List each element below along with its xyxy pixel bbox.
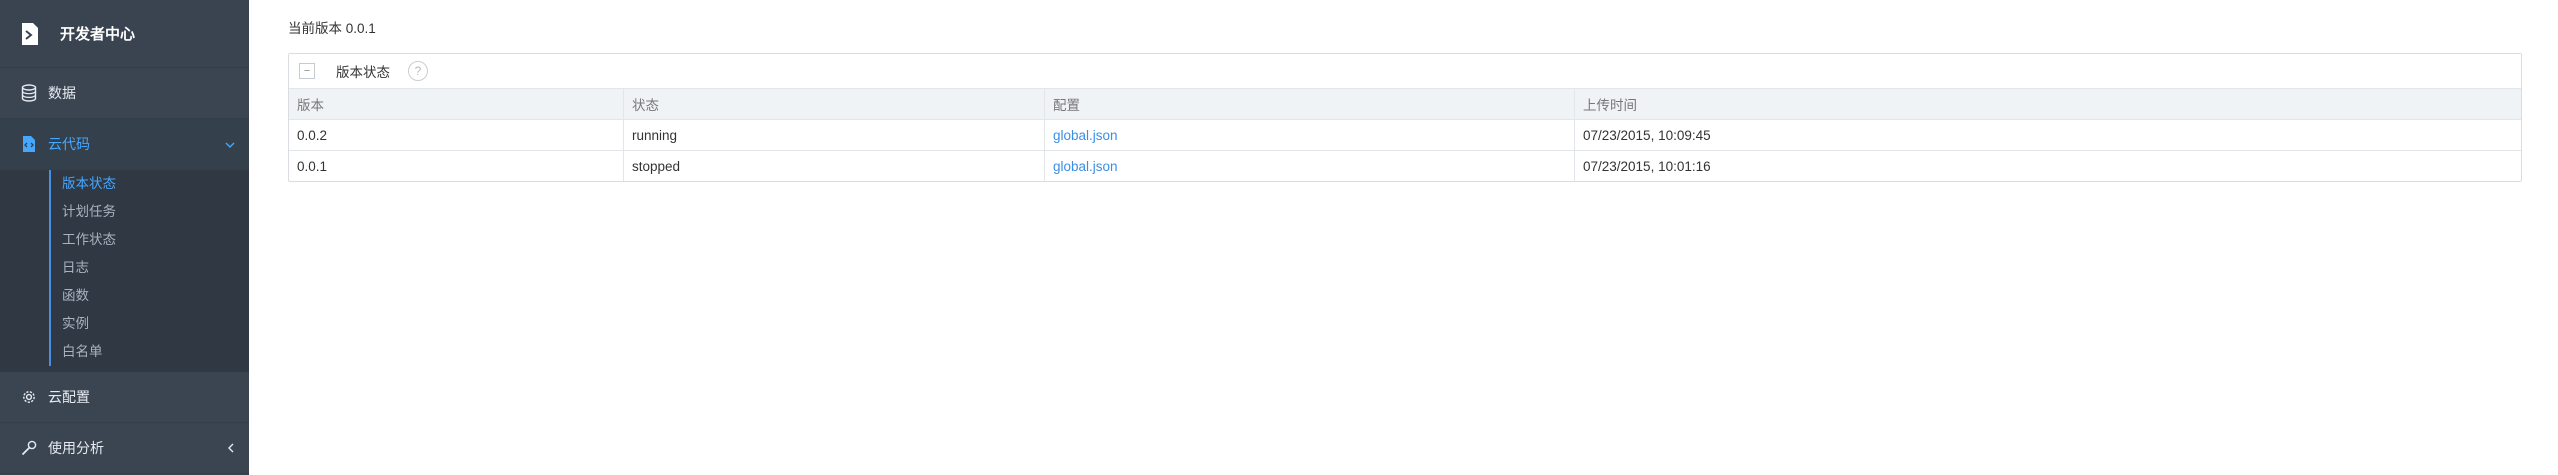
sidebar-item-cloud-config[interactable]: 云配置	[0, 372, 249, 423]
submenu-item-functions[interactable]: 函数	[0, 282, 249, 310]
cell-version: 0.0.1	[289, 150, 624, 181]
submenu-item-scheduled-tasks[interactable]: 计划任务	[0, 198, 249, 226]
sidebar-item-cloud-code[interactable]: 云代码	[0, 119, 249, 170]
cell-config: global.json	[1044, 150, 1575, 181]
sidebar-item-label: 数据	[48, 85, 76, 101]
submenu-item-instances[interactable]: 实例	[0, 310, 249, 338]
submenu-item-version-status[interactable]: 版本状态	[0, 170, 249, 198]
sidebar-item-label: 云代码	[48, 136, 90, 152]
terminal-doc-icon	[20, 22, 40, 46]
sidebar-item-usage-analytics[interactable]: 使用分析	[0, 423, 249, 474]
table-row: 0.0.1 stopped global.json 07/23/2015, 10…	[289, 150, 2521, 181]
sidebar: 开发者中心 数据 云代码 版本状态 计划任务 工作状态 日志 函数 实例 白名单…	[0, 0, 249, 475]
gear-icon	[20, 388, 38, 406]
help-icon[interactable]: ?	[408, 61, 428, 81]
submenu-item-work-status[interactable]: 工作状态	[0, 226, 249, 254]
column-header-version: 版本	[289, 89, 624, 120]
panel-title: 版本状态	[336, 65, 390, 80]
collapse-toggle-icon[interactable]: −	[299, 63, 315, 79]
brand-title: 开发者中心	[60, 26, 136, 43]
cell-status: running	[623, 119, 1045, 151]
current-version: 当前版本 0.0.1	[288, 21, 376, 36]
chevron-left-icon	[227, 441, 235, 456]
main-content: 当前版本 0.0.1 − 版本状态 ? 版本 状态 配置 上传时间 0.0.2 …	[249, 0, 2558, 475]
versions-table: 版本 状态 配置 上传时间 0.0.2 running global.json …	[289, 89, 2521, 181]
table-row: 0.0.2 running global.json 07/23/2015, 10…	[289, 119, 2521, 151]
sidebar-item-label: 使用分析	[48, 440, 104, 456]
cell-status: stopped	[623, 150, 1045, 181]
cell-upload-time: 07/23/2015, 10:09:45	[1574, 119, 2521, 151]
column-header-config: 配置	[1044, 89, 1575, 120]
cell-version: 0.0.2	[289, 119, 624, 151]
wrench-icon	[20, 439, 38, 457]
cell-config: global.json	[1044, 119, 1575, 151]
config-link[interactable]: global.json	[1053, 159, 1118, 174]
sidebar-item-label: 云配置	[48, 389, 90, 405]
chevron-down-icon	[225, 137, 235, 152]
submenu-item-whitelist[interactable]: 白名单	[0, 338, 249, 366]
table-header-row: 版本 状态 配置 上传时间	[289, 89, 2521, 120]
version-status-panel: − 版本状态 ? 版本 状态 配置 上传时间 0.0.2 running glo…	[288, 53, 2522, 182]
cloud-code-submenu: 版本状态 计划任务 工作状态 日志 函数 实例 白名单	[0, 170, 249, 372]
brand[interactable]: 开发者中心	[0, 0, 249, 68]
cell-upload-time: 07/23/2015, 10:01:16	[1583, 158, 1711, 174]
panel-header: − 版本状态 ?	[289, 54, 2521, 89]
column-header-upload-time: 上传时间	[1574, 89, 2521, 120]
config-link[interactable]: global.json	[1053, 128, 1118, 143]
submenu-item-logs[interactable]: 日志	[0, 254, 249, 282]
column-header-status: 状态	[623, 89, 1045, 120]
code-file-icon	[20, 135, 38, 153]
sidebar-item-data[interactable]: 数据	[0, 68, 249, 119]
database-icon	[20, 84, 38, 102]
